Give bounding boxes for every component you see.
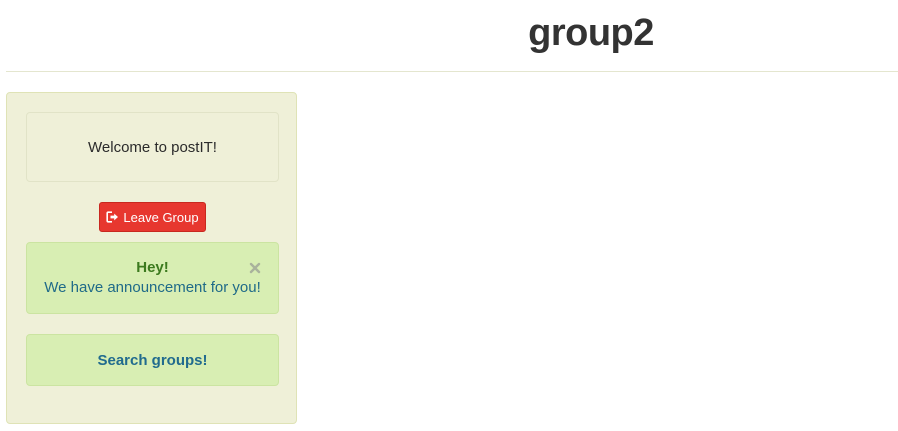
header-divider — [6, 71, 898, 72]
sign-out-icon — [106, 211, 119, 223]
search-groups-label: Search groups! — [97, 351, 208, 369]
announcement-alert: Hey! We have announcement for you! — [26, 242, 279, 314]
alert-heading: Hey! — [136, 259, 169, 276]
search-groups-link[interactable]: Search groups! — [26, 334, 279, 386]
close-icon[interactable] — [248, 261, 262, 275]
page: group2 Welcome to postIT! Leave Group He… — [0, 0, 898, 431]
sidebar: Welcome to postIT! Leave Group Hey! We h… — [6, 92, 297, 424]
leave-group-button[interactable]: Leave Group — [99, 202, 206, 232]
leave-group-label: Leave Group — [123, 209, 199, 225]
alert-message: We have announcement for you! — [44, 279, 261, 296]
page-title: group2 — [528, 12, 654, 54]
welcome-text: Welcome to postIT! — [88, 138, 217, 156]
welcome-panel: Welcome to postIT! — [26, 112, 279, 182]
